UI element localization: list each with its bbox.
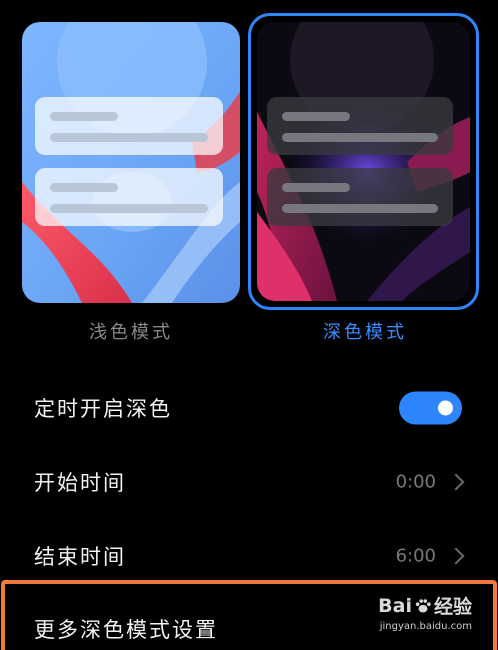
- dark-mode-preview-selected-frame[interactable]: [248, 13, 479, 310]
- end-time-row[interactable]: 结束时间 6:00: [0, 521, 498, 591]
- more-dark-mode-settings-title: 更多深色模式设置: [34, 618, 218, 642]
- light-wallpaper-graphic: [22, 22, 240, 303]
- toggle-knob: [438, 400, 453, 416]
- light-mode-preview[interactable]: [22, 22, 240, 303]
- end-time-value: 6:00: [395, 545, 436, 567]
- start-time-value: 0:00: [395, 471, 436, 493]
- dark-mode-preview[interactable]: [257, 22, 470, 301]
- start-time-title: 开始时间: [34, 471, 126, 495]
- watermark-logo-right: 经验: [433, 596, 472, 618]
- end-time-title: 结束时间: [34, 545, 126, 569]
- dark-mode-label[interactable]: 深色模式: [285, 318, 445, 344]
- paw-icon: [415, 598, 431, 612]
- chevron-right-icon: [447, 473, 465, 491]
- watermark-url: jingyan.baidu.com: [379, 621, 472, 632]
- baidu-jingyan-watermark: Bai 经验 jingyan.baidu.com: [372, 592, 472, 638]
- schedule-dark-mode-row[interactable]: 定时开启深色: [0, 373, 498, 443]
- chevron-right-icon: [447, 547, 465, 565]
- watermark-logo-left: Bai: [378, 594, 412, 617]
- schedule-dark-mode-toggle[interactable]: [399, 391, 462, 425]
- light-mode-label[interactable]: 浅色模式: [51, 318, 211, 344]
- watermark-logo: Bai 经验: [372, 592, 472, 619]
- dark-wallpaper-graphic: [257, 22, 470, 301]
- start-time-row[interactable]: 开始时间 0:00: [0, 447, 498, 517]
- schedule-dark-mode-title: 定时开启深色: [34, 397, 172, 421]
